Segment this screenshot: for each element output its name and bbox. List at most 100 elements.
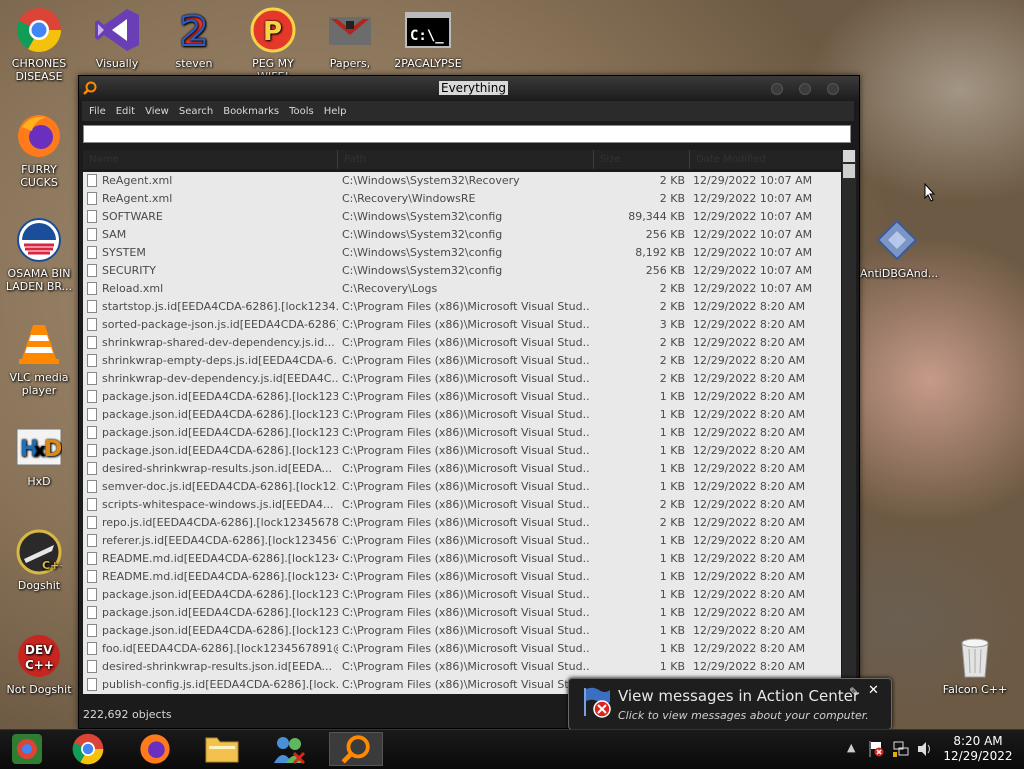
table-row[interactable]: shrinkwrap-shared-dev-dependency.js.id..… [83, 334, 841, 352]
table-row[interactable]: desired-shrinkwrap-results.json.id[EEDA.… [83, 460, 841, 478]
start-button[interactable] [0, 732, 54, 766]
codeblocks-icon: C++ [15, 528, 63, 576]
table-row[interactable]: ReAgent.xml C:\Recovery\WindowsRE 2 KB 12/2… [83, 190, 841, 208]
menu-bookmarks[interactable]: Bookmarks [223, 106, 279, 117]
desktop-icon-papers[interactable]: Papers, [313, 6, 387, 70]
maximize-button[interactable] [799, 83, 811, 95]
taskbar-chrome[interactable] [61, 732, 115, 766]
row-date: 12/29/2022 8:20 AM [693, 624, 806, 637]
row-size: 2 KB [659, 192, 685, 205]
desktop-icon-visually[interactable]: Visually [80, 6, 154, 70]
menu-search[interactable]: Search [179, 106, 213, 117]
desktop-icon-dogshit[interactable]: C++ Dogshit [2, 528, 76, 592]
scroll-up-button[interactable] [843, 150, 855, 162]
row-date: 12/29/2022 8:20 AM [693, 372, 806, 385]
taskbar-everything[interactable] [329, 732, 383, 766]
pin-icon[interactable]: ✎ [849, 685, 859, 699]
row-size: 1 KB [659, 462, 685, 475]
chrome-icon [15, 6, 63, 54]
menu-file[interactable]: File [89, 106, 106, 117]
row-size: 1 KB [659, 624, 685, 637]
table-row[interactable]: shrinkwrap-empty-deps.js.id[EEDA4CDA-6..… [83, 352, 841, 370]
close-notification-button[interactable]: ✕ [868, 683, 879, 698]
desktop-icon-chrones[interactable]: CHRONES DISEASE [2, 6, 76, 83]
row-date: 12/29/2022 10:07 AM [693, 264, 813, 277]
title-bar[interactable]: Everything [79, 76, 859, 100]
row-path: C:\Program Files (x86)\Microsoft Visual … [342, 336, 590, 349]
column-name[interactable]: Name [83, 150, 338, 169]
table-row[interactable]: scripts-whitespace-windows.js.id[EEDA4..… [83, 496, 841, 514]
table-row[interactable]: package.json.id[EEDA4CDA-6286].[lock123.… [83, 388, 841, 406]
desktop-icon-2pacalypse[interactable]: C:\_ 2PACALYPSE [391, 6, 465, 70]
table-row[interactable]: package.json.id[EEDA4CDA-6286].[lock123.… [83, 586, 841, 604]
table-row[interactable]: README.md.id[EEDA4CDA-6286].[lock1234...… [83, 568, 841, 586]
desktop-icon-peg[interactable]: P PEG MY WIFE! [236, 6, 310, 83]
table-row[interactable]: shrinkwrap-dev-dependency.js.id[EEDA4C..… [83, 370, 841, 388]
network-icon[interactable] [892, 740, 910, 762]
table-row[interactable]: SYSTEM C:\Windows\System32\config 8,192 KB… [83, 244, 841, 262]
desktop-icon-osama[interactable]: OSAMA BIN LADEN BR... [2, 216, 76, 293]
scroll-thumb[interactable] [843, 164, 855, 178]
row-path: C:\Program Files (x86)\Microsoft Visual … [342, 624, 590, 637]
taskbar-contacts[interactable] [262, 732, 316, 766]
row-name: semver-doc.js.id[EEDA4CDA-6286].[lock12.… [102, 480, 338, 493]
desktop-icon-label: Visually [95, 57, 139, 70]
table-row[interactable]: repo.js.id[EEDA4CDA-6286].[lock12345678.… [83, 514, 841, 532]
table-row[interactable]: package.json.id[EEDA4CDA-6286].[lock123.… [83, 406, 841, 424]
table-row[interactable]: package.json.id[EEDA4CDA-6286].[lock123.… [83, 442, 841, 460]
firefox-icon [15, 112, 63, 160]
show-hidden-icons-icon[interactable]: ▲ [847, 741, 855, 754]
table-row[interactable]: package.json.id[EEDA4CDA-6286].[lock123.… [83, 604, 841, 622]
action-center-flag-icon[interactable] [868, 740, 884, 762]
menu-tools[interactable]: Tools [289, 106, 314, 117]
table-row[interactable]: semver-doc.js.id[EEDA4CDA-6286].[lock12.… [83, 478, 841, 496]
volume-icon[interactable] [916, 740, 934, 762]
search-input[interactable] [83, 125, 851, 143]
taskbar-explorer[interactable] [195, 732, 249, 766]
table-row[interactable]: package.json.id[EEDA4CDA-6286].[lock123.… [83, 424, 841, 442]
row-name: package.json.id[EEDA4CDA-6286].[lock123.… [102, 588, 338, 601]
table-row[interactable]: referer.js.id[EEDA4CDA-6286].[lock123456… [83, 532, 841, 550]
action-center-notification[interactable]: View messages in Action Center Click to … [568, 678, 892, 730]
desktop-icon-furry[interactable]: FURRY CUCKS [2, 112, 76, 189]
clock[interactable]: 8:20 AM 12/29/2022 [938, 734, 1018, 764]
table-row[interactable]: foo.id[EEDA4CDA-6286].[lock1234567891@..… [83, 640, 841, 658]
table-row[interactable]: SOFTWARE C:\Windows\System32\config 89,344… [83, 208, 841, 226]
table-row[interactable]: SAM C:\Windows\System32\config 256 KB 12/29… [83, 226, 841, 244]
close-button[interactable] [827, 83, 839, 95]
desktop-icon-hxd[interactable]: HxD HxD [2, 424, 76, 488]
column-date-modified[interactable]: Date Modified [690, 150, 841, 169]
vertical-scrollbar[interactable] [842, 150, 856, 694]
column-path[interactable]: Path [338, 150, 594, 169]
row-date: 12/29/2022 8:20 AM [693, 660, 806, 673]
row-name: desired-shrinkwrap-results.json.id[EEDA.… [102, 660, 333, 673]
desktop-icon-vlc[interactable]: VLC media player [2, 320, 76, 397]
row-name: SECURITY [102, 264, 156, 277]
desktop-icon-label: Dogshit [17, 579, 61, 592]
table-row[interactable]: desired-shrinkwrap-results.json.id[EEDA.… [83, 658, 841, 676]
desktop-icon-antidbg[interactable]: AntiDBGAnd... [860, 216, 939, 280]
desktop-icon-steven[interactable]: 2 steven [157, 6, 231, 70]
menu-help[interactable]: Help [324, 106, 347, 117]
desktop-icon-not-dogshit[interactable]: DEV C++ Not Dogshit [2, 632, 76, 696]
menu-view[interactable]: View [145, 106, 169, 117]
menu-edit[interactable]: Edit [116, 106, 135, 117]
table-row[interactable]: SECURITY C:\Windows\System32\config 256 KB… [83, 262, 841, 280]
row-size: 2 KB [659, 174, 685, 187]
row-size: 2 KB [659, 300, 685, 313]
table-row[interactable]: startstop.js.id[EEDA4CDA-6286].[lock1234… [83, 298, 841, 316]
table-row[interactable]: ReAgent.xml C:\Windows\System32\Recovery 2… [83, 172, 841, 190]
table-row[interactable]: Reload.xml C:\Recovery\Logs 2 KB 12/29/2022… [83, 280, 841, 298]
notification-subtitle: Click to view messages about your comput… [618, 709, 869, 722]
minimize-button[interactable] [771, 83, 783, 95]
column-header: Name Path Size Date Modified [83, 150, 841, 169]
column-size[interactable]: Size [594, 150, 690, 169]
desktop-icon-recycle-bin[interactable]: Falcon C++ [938, 632, 1012, 696]
row-path: C:\Program Files (x86)\Microsoft Visual … [342, 660, 590, 673]
table-row[interactable]: package.json.id[EEDA4CDA-6286].[lock123.… [83, 622, 841, 640]
desktop-icon-label: AntiDBGAnd... [860, 267, 939, 280]
table-row[interactable]: README.md.id[EEDA4CDA-6286].[lock1234...… [83, 550, 841, 568]
table-row[interactable]: sorted-package-json.js.id[EEDA4CDA-6286]… [83, 316, 841, 334]
row-size: 1 KB [659, 660, 685, 673]
taskbar-firefox[interactable] [128, 732, 182, 766]
